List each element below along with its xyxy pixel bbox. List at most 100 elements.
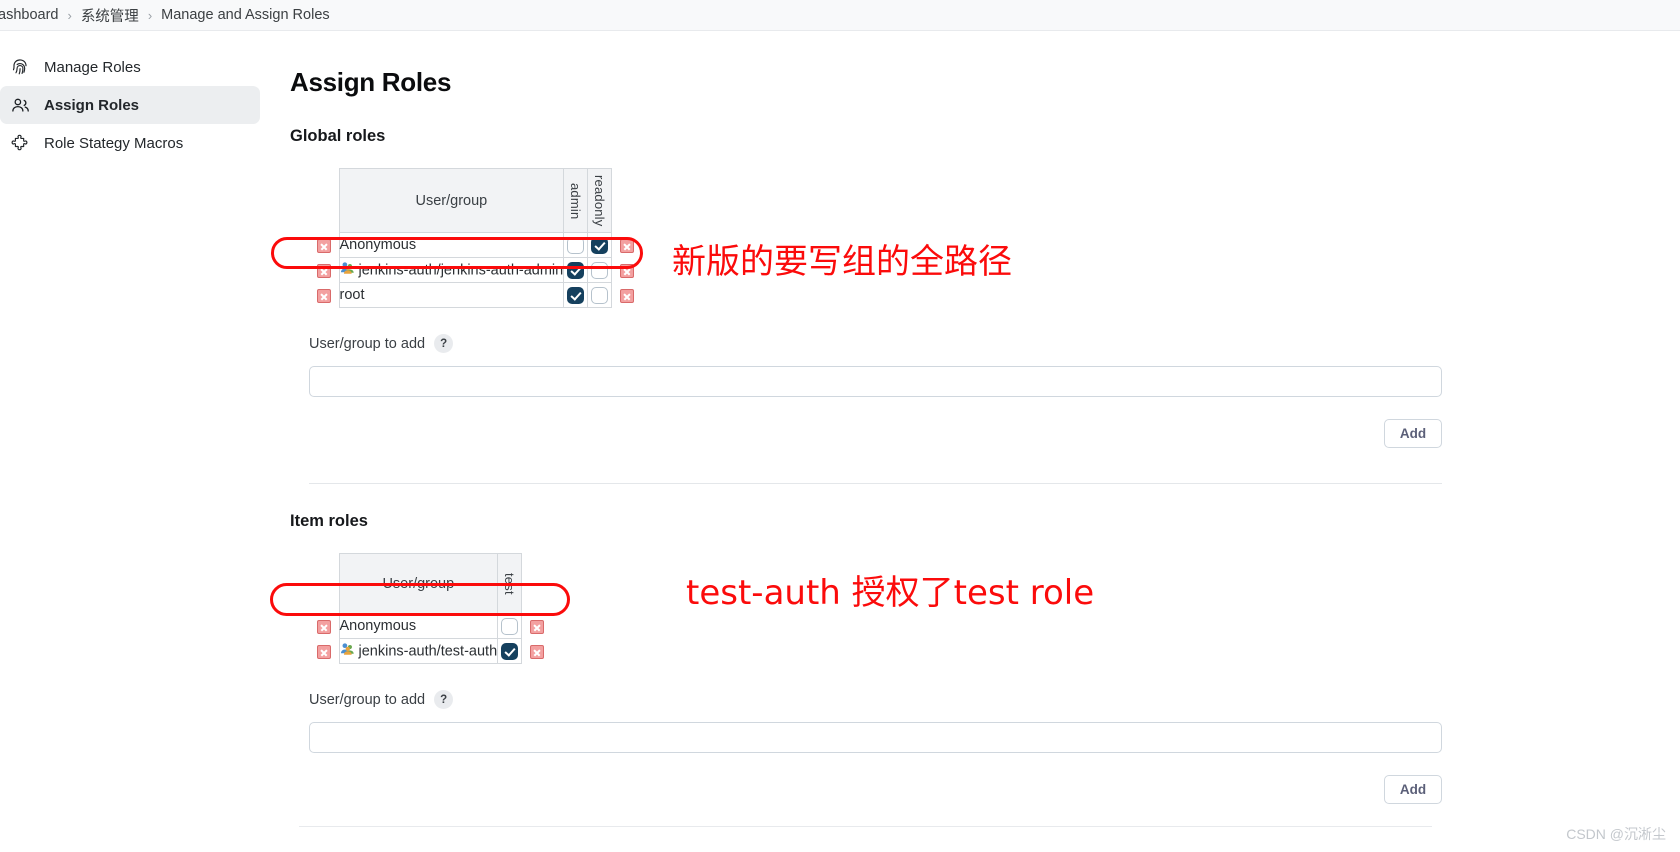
row-delete-button[interactable] [309, 614, 339, 639]
page-title: Assign Roles [290, 67, 452, 97]
help-icon[interactable]: ? [434, 334, 454, 354]
sidebar-item-label: Manage Roles [44, 58, 141, 76]
row-delete-button[interactable] [612, 283, 642, 308]
checkbox-admin[interactable] [563, 282, 589, 309]
sidebar-item-assign-roles[interactable]: Assign Roles [0, 86, 260, 124]
checkbox-readonly[interactable] [587, 282, 613, 309]
row-delete-button[interactable] [309, 258, 339, 283]
checkbox-unchecked-icon [591, 261, 609, 279]
csdn-watermark: CSDN @沉淅尘 [1566, 826, 1666, 842]
broken-image-delete-icon [529, 619, 544, 634]
checkbox-checked-icon [567, 286, 585, 304]
sidebar-item-label: Assign Roles [44, 96, 140, 114]
cell-user-group: Anonymous [338, 613, 499, 640]
global-add-label-row: User/group to add ? [309, 334, 1680, 354]
cell-user-group-label: jenkins-auth/jenkins-auth-admin [358, 262, 564, 279]
broken-image-delete-icon [619, 288, 634, 303]
row-delete-button[interactable] [522, 639, 552, 664]
broken-image-delete-icon [316, 288, 331, 303]
header-delete-spacer [309, 554, 339, 614]
global-add-button[interactable]: Add [1384, 419, 1442, 449]
table-header-row: User/group admin readonly [309, 167, 642, 234]
row-delete-button[interactable] [612, 258, 642, 283]
row-delete-button[interactable] [309, 639, 339, 664]
checkbox-readonly[interactable] [587, 232, 613, 259]
checkbox-test[interactable] [497, 613, 523, 640]
item-roles-table: User/group test Anonymous jenkins-auth/t… [309, 553, 552, 665]
broken-image-delete-icon [529, 644, 544, 659]
table-row: Anonymous [309, 232, 642, 259]
item-add-button[interactable]: Add [1384, 775, 1442, 805]
checkbox-unchecked-icon [591, 286, 609, 304]
broken-image-delete-icon [316, 644, 331, 659]
bottom-divider [299, 826, 1432, 827]
help-icon[interactable]: ? [434, 690, 454, 710]
cell-user-group-label: jenkins-auth/test-auth [358, 643, 498, 660]
column-header-user-group: User/group [338, 553, 499, 615]
add-field-label: User/group to add [309, 335, 426, 352]
column-header-readonly: readonly [587, 167, 613, 234]
breadcrumb-item-manage-and-assign-roles[interactable]: Manage and Assign Roles [161, 7, 329, 23]
checkbox-test[interactable] [497, 638, 523, 665]
sidebar-item-manage-roles[interactable]: Manage Roles [0, 48, 260, 86]
broken-image-delete-icon [619, 263, 634, 278]
row-delete-button[interactable] [612, 233, 642, 258]
sidebar: Manage Roles Assign Roles Role Stategy M… [0, 31, 281, 852]
broken-image-delete-icon [316, 263, 331, 278]
sidebar-item-role-stategy-macros[interactable]: Role Stategy Macros [0, 124, 260, 162]
header-delete-spacer [612, 169, 642, 233]
section-title-global-roles: Global roles [290, 127, 386, 145]
main-content: Assign Roles Global roles User/group adm… [281, 31, 1680, 852]
checkbox-admin[interactable] [563, 232, 589, 259]
cell-user-group: Anonymous [338, 232, 565, 259]
checkbox-checked-icon [501, 642, 519, 660]
table-row: root [309, 282, 642, 309]
section-title-item-roles: Item roles [290, 512, 368, 531]
checkbox-unchecked-icon [501, 617, 519, 635]
table-row: Anonymous [309, 613, 552, 640]
item-add-block: User/group to add ? Add [290, 690, 1680, 805]
breadcrumb-item-system-management[interactable]: 系统管理 [81, 5, 139, 26]
group-icon [340, 641, 355, 660]
table-row: jenkins-auth/test-auth [309, 638, 552, 665]
column-header-test: test [497, 553, 523, 615]
checkbox-checked-icon [591, 236, 609, 254]
row-delete-button[interactable] [309, 283, 339, 308]
section-divider [309, 483, 1442, 485]
puzzle-icon [9, 132, 31, 154]
global-add-block: User/group to add ? Add [290, 334, 1680, 449]
breadcrumb-separator-icon: › [67, 7, 72, 23]
row-delete-button[interactable] [309, 233, 339, 258]
item-add-button-row: Add [290, 775, 1442, 805]
annotation-text-item: test-auth 授权了test role [686, 573, 1095, 613]
sidebar-item-label: Role Stategy Macros [44, 134, 184, 152]
annotation-text-global: 新版的要写组的全路径 [672, 242, 1012, 282]
checkbox-checked-icon [567, 261, 585, 279]
broken-image-delete-icon [316, 619, 331, 634]
checkbox-readonly[interactable] [587, 257, 613, 284]
checkbox-unchecked-icon [567, 236, 585, 254]
item-user-group-input[interactable] [309, 722, 1442, 754]
cell-user-group: jenkins-auth/test-auth [338, 638, 499, 665]
table-row: jenkins-auth/jenkins-auth-admin [309, 257, 642, 284]
people-icon [9, 94, 31, 116]
item-add-label-row: User/group to add ? [309, 690, 1680, 710]
breadcrumb-separator-icon: › [147, 7, 153, 23]
global-add-button-row: Add [290, 419, 1442, 449]
cell-user-group: jenkins-auth/jenkins-auth-admin [338, 257, 565, 284]
global-user-group-input[interactable] [309, 366, 1442, 398]
cell-user-group: root [338, 282, 565, 309]
header-delete-spacer [522, 554, 552, 614]
column-header-admin: admin [563, 167, 589, 234]
table-header-row: User/group test [309, 553, 552, 615]
fingerprint-icon [9, 56, 31, 78]
breadcrumb-item-dashboard[interactable]: ashboard [0, 7, 58, 23]
checkbox-admin[interactable] [563, 257, 589, 284]
column-header-user-group: User/group [338, 167, 565, 234]
row-delete-button[interactable] [522, 614, 552, 639]
global-roles-table: User/group admin readonly Anonymous jenk… [309, 167, 642, 309]
breadcrumb: ashboard › 系统管理 › Manage and Assign Role… [0, 0, 1680, 31]
page-body: Manage Roles Assign Roles Role Stategy M… [0, 31, 1680, 852]
header-delete-spacer [309, 169, 339, 233]
broken-image-delete-icon [619, 238, 634, 253]
